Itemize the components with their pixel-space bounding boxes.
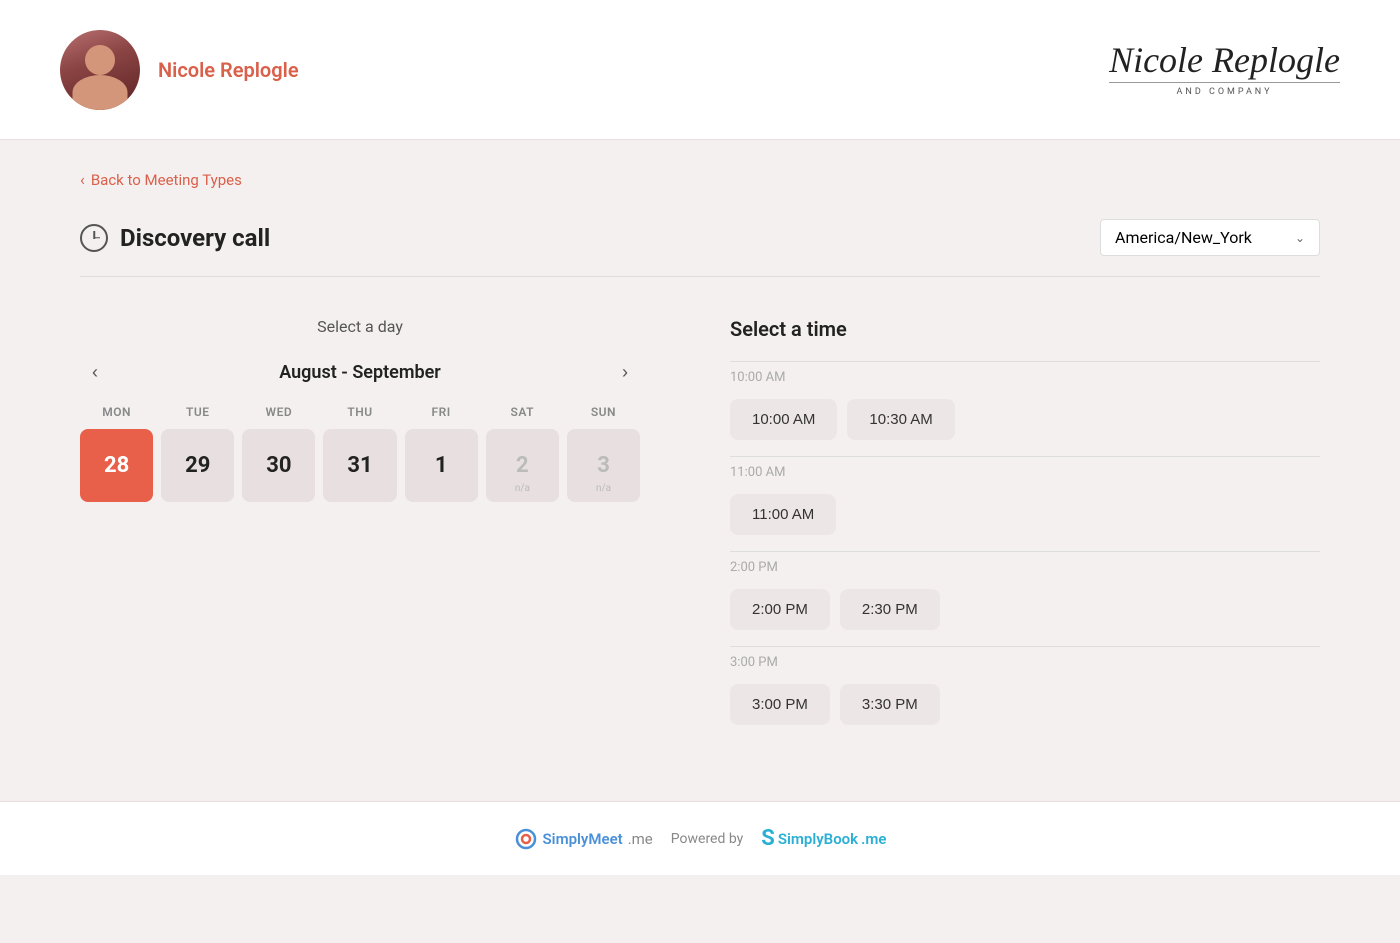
simplymeet-brand: SimplyMeet bbox=[543, 830, 623, 848]
day-cell-30[interactable]: 30 bbox=[242, 429, 315, 502]
time-groups: 10:00 AM10:00 AM10:30 AM11:00 AM11:00 AM… bbox=[730, 361, 1320, 733]
time-slot-2-0[interactable]: 2:00 PM bbox=[730, 589, 830, 630]
powered-by-label: Powered by bbox=[671, 831, 744, 847]
simplymeet-logo: SimplyMeet .me bbox=[514, 827, 653, 851]
days-row: 2829303112n/a3n/a bbox=[80, 429, 640, 502]
day-cell-3: 3n/a bbox=[567, 429, 640, 502]
timezone-dropdown[interactable]: America/New_York ⌄ bbox=[1100, 219, 1320, 256]
calendar-section: Select a day ‹ August - September › MON … bbox=[80, 317, 640, 741]
weekday-wed: WED bbox=[242, 405, 315, 419]
main-content: ‹ Back to Meeting Types Discovery call A… bbox=[0, 140, 1400, 801]
weekday-tue: TUE bbox=[161, 405, 234, 419]
brand-logo: Nicole Replogle AND COMPANY bbox=[1109, 42, 1340, 97]
simplymeet-icon bbox=[514, 827, 538, 851]
day-cell-2: 2n/a bbox=[486, 429, 559, 502]
title-row: Discovery call America/New_York ⌄ bbox=[80, 219, 1320, 256]
title-left: Discovery call bbox=[80, 224, 270, 252]
avatar bbox=[60, 30, 140, 110]
time-group-header-0: 10:00 AM bbox=[730, 361, 1320, 391]
time-group-header-2: 2:00 PM bbox=[730, 551, 1320, 581]
day-cell-1[interactable]: 1 bbox=[405, 429, 478, 502]
day-cell-29[interactable]: 29 bbox=[161, 429, 234, 502]
user-name: Nicole Replogle bbox=[158, 58, 299, 82]
prev-month-button[interactable]: ‹ bbox=[80, 356, 110, 389]
content-grid: Select a day ‹ August - September › MON … bbox=[80, 317, 1320, 741]
time-group-0: 10:00 AM10:00 AM10:30 AM bbox=[730, 361, 1320, 448]
time-slot-3-0[interactable]: 3:00 PM bbox=[730, 684, 830, 725]
logo-text-sub: AND COMPANY bbox=[1109, 87, 1340, 97]
simplybook-logo: S SimplyBook.me bbox=[761, 826, 886, 851]
next-month-button[interactable]: › bbox=[610, 356, 640, 389]
time-slot-0-1[interactable]: 10:30 AM bbox=[847, 399, 954, 440]
time-section: Select a time 10:00 AM10:00 AM10:30 AM11… bbox=[730, 317, 1320, 741]
clock-icon bbox=[80, 224, 108, 252]
simplybook-brand: SimplyBook bbox=[778, 830, 858, 848]
back-link-label: Back to Meeting Types bbox=[91, 171, 242, 189]
weekday-mon: MON bbox=[80, 405, 153, 419]
weekday-thu: THU bbox=[323, 405, 396, 419]
page-header: Nicole Replogle Nicole Replogle AND COMP… bbox=[0, 0, 1400, 140]
calendar-nav: ‹ August - September › bbox=[80, 356, 640, 389]
footer-inner: SimplyMeet.me Powered by S SimplyBook.me bbox=[514, 826, 887, 851]
back-chevron-icon: ‹ bbox=[80, 170, 85, 189]
time-group-2: 2:00 PM2:00 PM2:30 PM bbox=[730, 551, 1320, 638]
title-divider bbox=[80, 276, 1320, 277]
select-time-label: Select a time bbox=[730, 317, 1320, 341]
weekday-fri: FRI bbox=[405, 405, 478, 419]
time-slot-1-0[interactable]: 11:00 AM bbox=[730, 494, 836, 535]
simplymeet-suffix: .me bbox=[628, 830, 653, 848]
time-slots-1: 11:00 AM bbox=[730, 486, 1320, 543]
weekday-sun: SUN bbox=[567, 405, 640, 419]
time-slots-3: 3:00 PM3:30 PM bbox=[730, 676, 1320, 733]
month-label: August - September bbox=[279, 362, 441, 383]
time-group-1: 11:00 AM 11:00 AM bbox=[730, 456, 1320, 543]
time-group-header-3: 3:00 PM bbox=[730, 646, 1320, 676]
select-day-label: Select a day bbox=[80, 317, 640, 336]
time-slot-0-0[interactable]: 10:00 AM bbox=[730, 399, 837, 440]
chevron-down-icon: ⌄ bbox=[1295, 231, 1305, 245]
logo-text-main: Nicole Replogle bbox=[1109, 42, 1340, 78]
weekday-sat: SAT bbox=[486, 405, 559, 419]
footer: SimplyMeet.me Powered by S SimplyBook.me bbox=[0, 801, 1400, 875]
day-cell-28[interactable]: 28 bbox=[80, 429, 153, 502]
weekday-row: MON TUE WED THU FRI SAT SUN bbox=[80, 405, 640, 419]
simplybook-s-icon: S bbox=[761, 826, 775, 851]
time-slots-0: 10:00 AM10:30 AM bbox=[730, 391, 1320, 448]
time-group-header-1: 11:00 AM bbox=[730, 456, 1320, 486]
meeting-title: Discovery call bbox=[120, 224, 270, 252]
back-link[interactable]: ‹ Back to Meeting Types bbox=[80, 170, 1320, 189]
user-info: Nicole Replogle bbox=[60, 30, 299, 110]
timezone-label: America/New_York bbox=[1115, 228, 1252, 247]
time-slot-3-1[interactable]: 3:30 PM bbox=[840, 684, 940, 725]
time-slots-2: 2:00 PM2:30 PM bbox=[730, 581, 1320, 638]
time-group-3: 3:00 PM3:00 PM3:30 PM bbox=[730, 646, 1320, 733]
simplybook-suffix: .me bbox=[861, 830, 886, 848]
day-cell-31[interactable]: 31 bbox=[323, 429, 396, 502]
time-slot-2-1[interactable]: 2:30 PM bbox=[840, 589, 940, 630]
